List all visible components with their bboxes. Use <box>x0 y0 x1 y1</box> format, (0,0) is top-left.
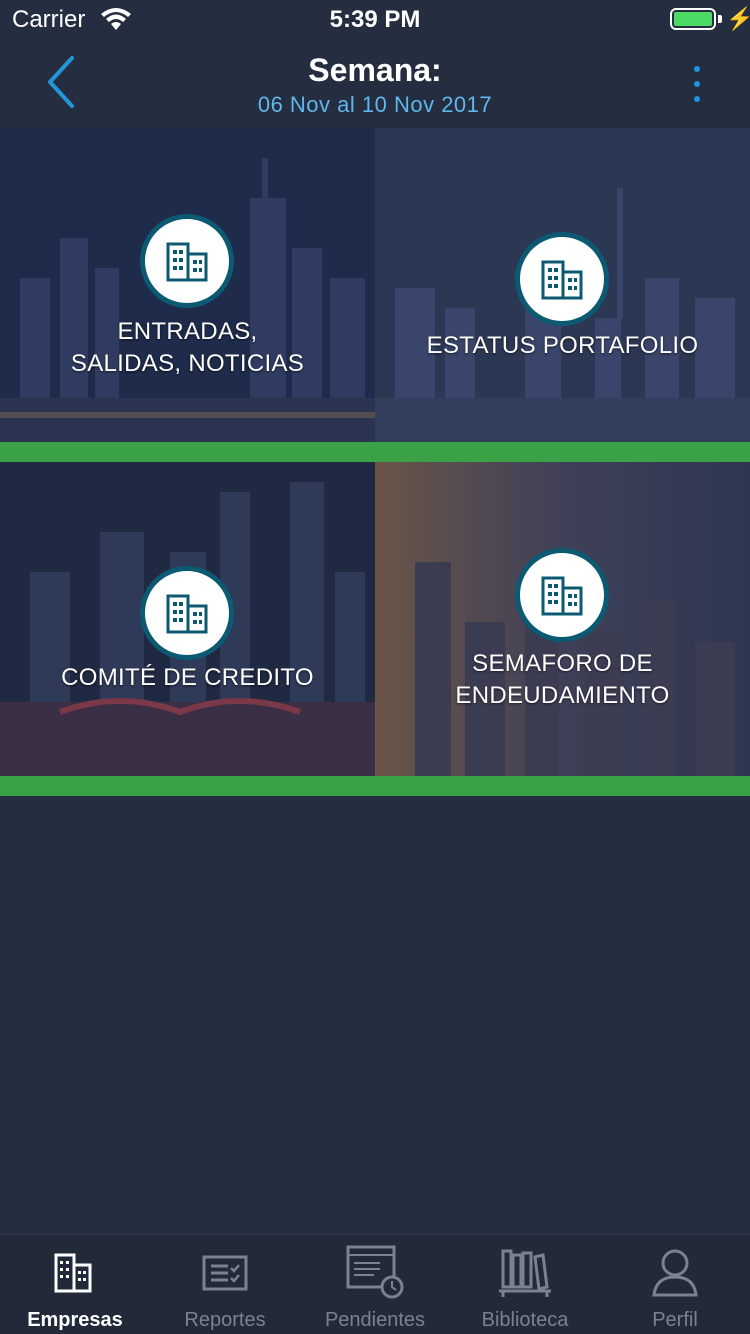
tab-label: Pendientes <box>324 1309 426 1331</box>
app-screen: Carrier 5:39 PM ⚡ Semana: 06 Nov al 10 N… <box>0 0 750 1334</box>
profile-icon <box>652 1249 698 1297</box>
building-icon <box>140 566 234 660</box>
library-icon <box>499 1249 551 1297</box>
more-dot-icon <box>694 66 700 72</box>
tile-accent-bar <box>375 442 750 462</box>
status-bar: Carrier 5:39 PM ⚡ <box>0 0 750 40</box>
buildings-icon <box>54 1253 92 1293</box>
tile-entradas-salidas-noticias[interactable]: ENTRADAS, SALIDAS, NOTICIAS <box>0 128 375 462</box>
tab-empresas[interactable]: Empresas <box>0 1235 150 1334</box>
battery-tip <box>718 15 722 23</box>
tile-semaforo-de-endeudamiento[interactable]: SEMAFORO DE ENDEUDAMIENTO <box>375 462 750 796</box>
tile-label: ENTRADAS, SALIDAS, NOTICIAS <box>70 318 305 377</box>
report-icon <box>202 1255 248 1291</box>
status-time: 5:39 PM <box>329 6 421 33</box>
building-icon <box>515 548 609 642</box>
tile-label: ESTATUS PORTAFOLIO <box>426 332 699 359</box>
tab-label: Perfil <box>652 1309 698 1331</box>
building-icon <box>140 214 234 308</box>
tab-biblioteca[interactable]: Biblioteca <box>450 1235 600 1334</box>
tab-label: Biblioteca <box>481 1309 569 1331</box>
tab-perfil[interactable]: Perfil <box>600 1235 750 1334</box>
tile-estatus-portafolio[interactable]: ESTATUS PORTAFOLIO <box>375 128 750 462</box>
tab-label: Reportes <box>184 1309 266 1331</box>
tile-accent-bar <box>0 442 375 462</box>
tile-accent-bar <box>0 776 375 796</box>
pending-icon <box>346 1245 404 1299</box>
more-dot-icon <box>694 96 700 102</box>
tile-accent-bar <box>375 776 750 796</box>
building-icon <box>515 232 609 326</box>
navigation-bar: Semana: 06 Nov al 10 Nov 2017 <box>0 40 750 128</box>
tab-label: Empresas <box>27 1309 123 1331</box>
more-options-button[interactable] <box>680 62 714 112</box>
tab-reportes[interactable]: Reportes <box>150 1235 300 1334</box>
tile-label: COMITÉ DE CREDITO <box>61 664 314 691</box>
tile-label: SEMAFORO DE ENDEUDAMIENTO <box>455 650 670 709</box>
tab-bar: Empresas Reportes Pendientes Biblioteca … <box>0 1234 750 1334</box>
charging-icon: ⚡ <box>726 6 750 31</box>
tab-pendientes[interactable]: Pendientes <box>300 1235 450 1334</box>
more-dot-icon <box>694 81 700 87</box>
page-title: Semana: <box>308 52 442 88</box>
week-range: 06 Nov al 10 Nov 2017 <box>257 92 493 117</box>
battery-icon <box>670 8 716 30</box>
tile-comite-de-credito[interactable]: COMITÉ DE CREDITO <box>0 462 375 796</box>
